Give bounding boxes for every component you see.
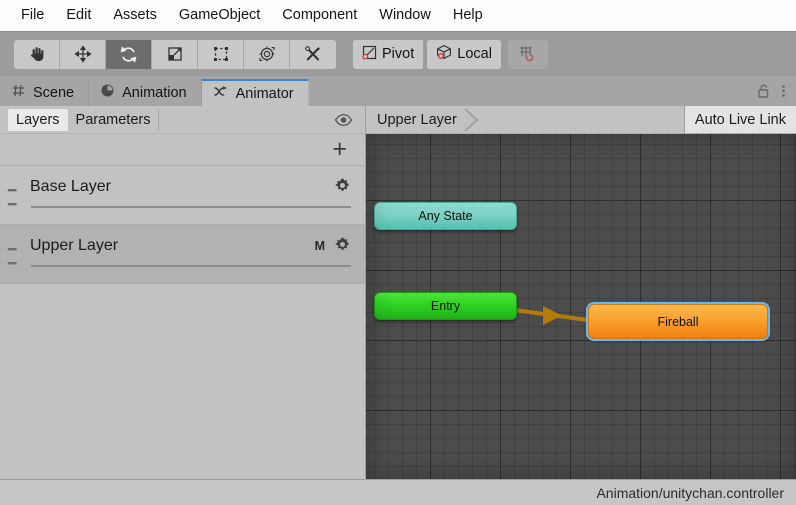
layer-row-upper-layer[interactable]: ━ ━ Upper Layer M (0, 225, 365, 284)
unlocked-padlock-icon[interactable] (756, 83, 771, 102)
rect-transform-icon (211, 44, 231, 64)
rotate-tool-button[interactable] (106, 39, 152, 69)
gear-icon[interactable] (334, 236, 351, 256)
hand-icon (27, 44, 47, 64)
menu-item-component[interactable]: Component (271, 6, 368, 26)
layer-row-base-layer[interactable]: ━ ━ Base Layer (0, 166, 365, 225)
menu-item-edit[interactable]: Edit (55, 6, 102, 26)
grid-snap-button[interactable] (507, 39, 548, 69)
layers-empty-area (0, 284, 365, 479)
animator-body: Layers Parameters + ━ ━ Base Layer ━ ━ U… (0, 106, 796, 479)
scale-icon (165, 44, 185, 64)
transform-tool-button[interactable] (244, 39, 290, 69)
add-layer-button[interactable]: + (332, 137, 347, 162)
custom-tool-icon (303, 44, 323, 64)
local-button[interactable]: Local (427, 39, 501, 69)
unity-editor-window: File Edit Assets GameObject Component Wi… (0, 0, 796, 505)
grid-icon (11, 83, 26, 102)
hand-tool-button[interactable] (14, 39, 60, 69)
status-bar: Animation/unitychan.controller (0, 479, 796, 505)
custom-tool-button[interactable] (290, 39, 336, 69)
menu-item-help[interactable]: Help (442, 6, 494, 26)
animator-icon (213, 84, 229, 103)
main-toolbar: Pivot Local (0, 31, 796, 76)
layers-parameters-tabbar: Layers Parameters (0, 106, 365, 134)
layer-weight-bar-base (31, 206, 351, 208)
controller-path-label: Animation/unitychan.controller (596, 484, 784, 501)
drag-handle-icon[interactable]: ━ ━ (8, 242, 30, 270)
panel-tab-actions (750, 79, 796, 106)
gear-icon[interactable] (334, 177, 351, 197)
node-fireball[interactable]: Fireball (586, 302, 770, 341)
tab-scene[interactable]: Scene (0, 79, 90, 106)
kebab-menu-icon[interactable] (781, 83, 786, 102)
transform-icon (257, 44, 277, 64)
layers-panel: Layers Parameters + ━ ━ Base Layer ━ ━ U… (0, 106, 366, 479)
panel-tab-bar: Scene Animation Animator (0, 76, 796, 106)
menu-item-assets[interactable]: Assets (102, 6, 168, 26)
tab-scene-label: Scene (33, 84, 75, 101)
layer-name-upper-layer: Upper Layer (30, 237, 119, 254)
grid-snap-icon (518, 43, 537, 65)
menu-item-window[interactable]: Window (368, 6, 442, 26)
menu-bar: File Edit Assets GameObject Component Wi… (0, 0, 796, 31)
local-label: Local (457, 46, 492, 62)
state-machine-canvas[interactable]: Any State Entry Fireball (366, 134, 796, 479)
subtab-layers[interactable]: Layers (8, 108, 68, 131)
breadcrumb-bar: Upper Layer Auto Live Link (366, 106, 796, 134)
layer-weight-bar-upper (31, 265, 351, 267)
node-any-state[interactable]: Any State (374, 202, 517, 230)
tab-animation-label: Animation (122, 84, 187, 101)
menu-item-file[interactable]: File (10, 6, 55, 26)
subtab-parameters[interactable]: Parameters (68, 108, 160, 131)
chevron-right-icon (461, 106, 487, 133)
scale-tool-button[interactable] (152, 39, 198, 69)
move-icon (73, 44, 93, 64)
animator-graph-panel: Upper Layer Auto Live Link Any State Ent… (366, 106, 796, 479)
menu-item-gameobject[interactable]: GameObject (168, 6, 271, 26)
breadcrumb-upper-layer[interactable]: Upper Layer (366, 106, 461, 133)
tab-animator-label: Animator (235, 85, 294, 102)
node-any-state-label: Any State (418, 209, 473, 223)
pivot-icon (360, 43, 379, 66)
rect-transform-tool-button[interactable] (198, 39, 244, 69)
transform-tools-group (14, 39, 336, 69)
pivot-label: Pivot (382, 46, 415, 62)
move-tool-button[interactable] (60, 39, 106, 69)
drag-handle-icon[interactable]: ━ ━ (8, 183, 30, 211)
auto-live-link-button[interactable]: Auto Live Link (683, 106, 796, 133)
tab-animation[interactable]: Animation (89, 79, 202, 106)
add-layer-row: + (0, 134, 365, 166)
breadcrumb-filler (487, 106, 684, 133)
tab-animator[interactable]: Animator (201, 79, 309, 106)
tab-bar-filler (308, 79, 750, 106)
layer-name-base-layer: Base Layer (30, 178, 111, 195)
clock-icon (100, 83, 115, 102)
local-cube-icon (434, 43, 454, 66)
node-entry-label: Entry (430, 299, 461, 313)
node-entry[interactable]: Entry (374, 292, 517, 320)
node-fireball-label: Fireball (657, 314, 699, 329)
layer-badge-upper-layer: M (314, 239, 325, 253)
rotate-icon (118, 44, 139, 65)
pivot-button[interactable]: Pivot (353, 39, 424, 69)
eye-icon[interactable] (334, 113, 365, 127)
